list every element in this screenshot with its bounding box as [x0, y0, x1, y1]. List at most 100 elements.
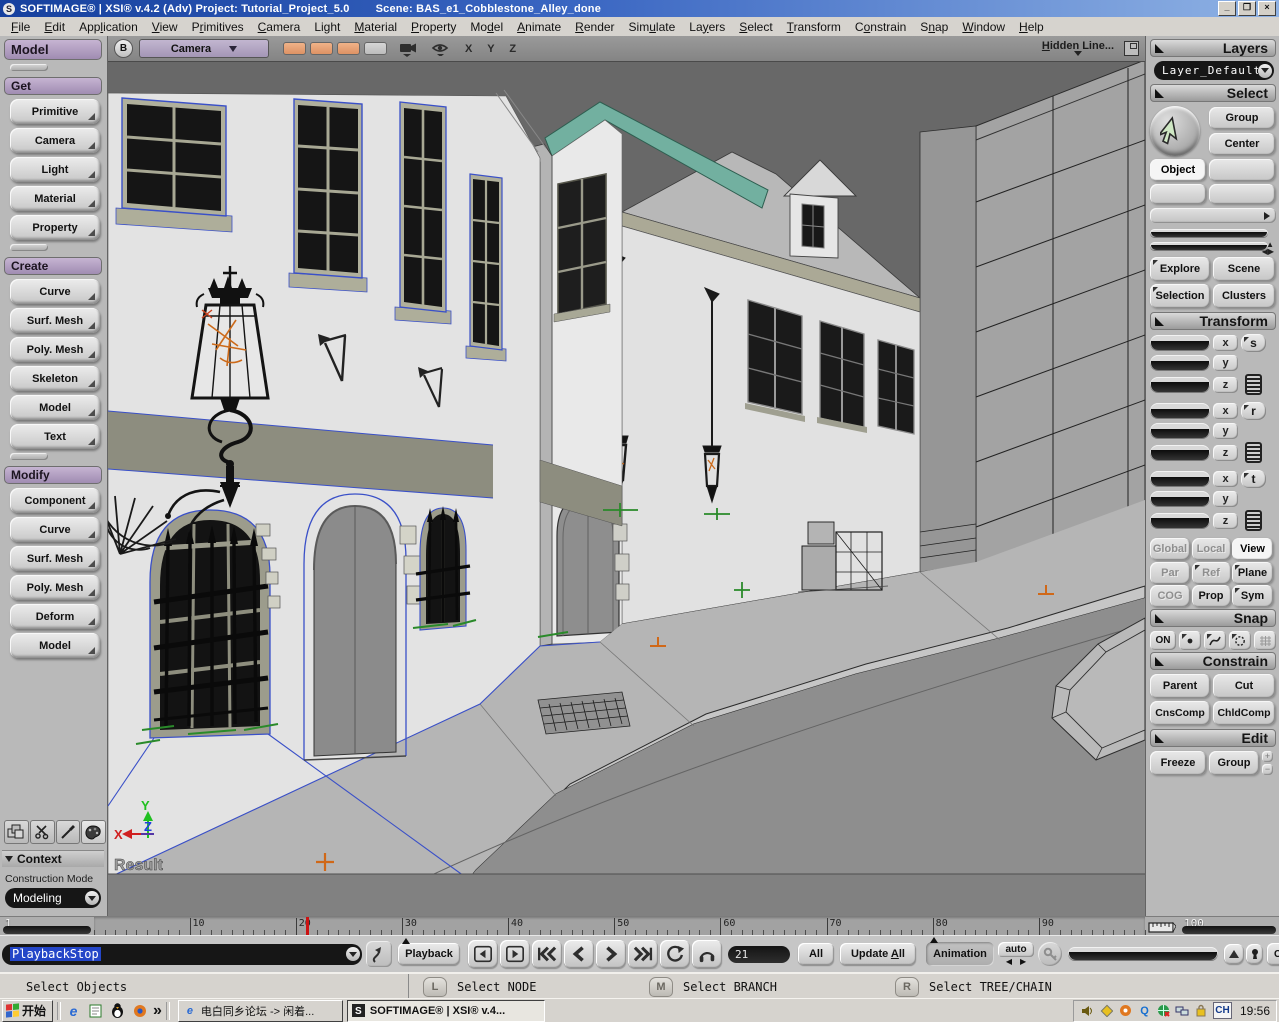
timeline-start-frame[interactable]: 1: [0, 917, 94, 936]
task-button-xsi[interactable]: S SOFTIMAGE® | XSI® v.4...: [347, 1000, 545, 1022]
select-object-button[interactable]: Object: [1150, 159, 1206, 181]
transform-mode-r-button[interactable]: r: [1241, 402, 1266, 420]
auto-key-arrows[interactable]: ◀▶: [1006, 957, 1026, 966]
clear-keys-button[interactable]: Clr: [1267, 943, 1279, 965]
select-empty-button[interactable]: [1150, 184, 1206, 204]
edit-plus-button[interactable]: +: [1262, 751, 1273, 762]
play-forward-button[interactable]: [596, 940, 626, 968]
transform-t-x-slider[interactable]: [1150, 471, 1210, 487]
audio-mute-icon[interactable]: [692, 940, 722, 968]
qq-penguin-icon[interactable]: [109, 1002, 126, 1019]
transform-t-y-slider[interactable]: [1150, 491, 1210, 507]
menu-layers[interactable]: Layers: [682, 19, 732, 35]
modify-curve-button[interactable]: Curve: [10, 517, 100, 542]
modify-component-button[interactable]: Component: [10, 488, 100, 513]
transform-r-x-axis-button[interactable]: x: [1213, 403, 1238, 419]
menu-edit[interactable]: Edit: [37, 19, 72, 35]
timeline-ruler[interactable]: 102030405060708090: [94, 917, 1145, 936]
display-mode-button[interactable]: Hidden Line...: [1042, 41, 1114, 56]
current-frame-field[interactable]: 21: [728, 946, 790, 963]
select-group-button[interactable]: Group: [1209, 107, 1275, 129]
layers-section-header[interactable]: Layers: [1150, 39, 1276, 57]
dropdown-arrow-icon[interactable]: [85, 891, 99, 905]
transform-mode-s-button[interactable]: s: [1241, 334, 1266, 352]
toolbar-mode-selector[interactable]: Model: [4, 39, 102, 60]
constrain-parent-button[interactable]: Parent: [1150, 674, 1210, 698]
transform-s-z-slider[interactable]: [1150, 377, 1210, 393]
modify-poly-mesh-button[interactable]: Poly. Mesh: [10, 575, 100, 600]
selection-button[interactable]: Selection: [1150, 284, 1210, 308]
context-section-header[interactable]: Context: [2, 850, 104, 867]
previous-frame-button[interactable]: [564, 940, 594, 968]
memo-cam-slot-empty[interactable]: [364, 42, 387, 55]
all-button[interactable]: All: [798, 943, 834, 965]
timeline-playhead[interactable]: [306, 917, 309, 936]
key-slider[interactable]: [1068, 947, 1218, 961]
menu-view[interactable]: View: [145, 19, 185, 35]
network-icon[interactable]: [1175, 1003, 1190, 1018]
animation-menu-button[interactable]: Animation: [926, 942, 994, 966]
menu-render[interactable]: Render: [568, 19, 621, 35]
palette-icon[interactable]: [81, 820, 106, 844]
auto-key-button[interactable]: auto: [998, 942, 1034, 957]
transform-global-button[interactable]: Global: [1150, 538, 1190, 560]
transform-prop-button[interactable]: Prop: [1192, 585, 1231, 607]
menu-constrain[interactable]: Constrain: [848, 19, 913, 35]
snap-on-button[interactable]: ON: [1150, 631, 1176, 650]
memo-cam-slot[interactable]: [310, 42, 333, 55]
create-skeleton-button[interactable]: Skeleton: [10, 366, 100, 391]
selection-slider[interactable]: [1150, 229, 1268, 238]
menu-camera[interactable]: Camera: [251, 19, 308, 35]
transform-r-y-axis-button[interactable]: y: [1213, 423, 1238, 439]
get-material-button[interactable]: Material: [10, 186, 100, 211]
constrain-chldcomp-button[interactable]: ChldComp: [1213, 701, 1275, 725]
tray-diamond-icon[interactable]: [1099, 1003, 1114, 1018]
menu-model[interactable]: Model: [463, 19, 510, 35]
constrain-cnscomp-button[interactable]: CnsComp: [1150, 701, 1210, 725]
transform-t-z-slider[interactable]: [1150, 513, 1210, 529]
start-button[interactable]: 开始: [2, 1000, 53, 1022]
transform-ref-button[interactable]: Ref: [1192, 562, 1231, 584]
pen-icon[interactable]: [56, 820, 81, 844]
ie-icon[interactable]: e: [65, 1002, 82, 1019]
media-player-icon[interactable]: [131, 1002, 148, 1019]
snap-curve-icon[interactable]: [1204, 631, 1226, 650]
timeline-end-frame[interactable]: 100: [1179, 917, 1279, 936]
transform-s-x-slider[interactable]: [1150, 335, 1210, 351]
edit-group-button[interactable]: Group: [1209, 751, 1259, 775]
menu-property[interactable]: Property: [404, 19, 463, 35]
offline-globe-icon[interactable]: [1156, 1003, 1171, 1018]
dropdown-arrow-icon[interactable]: [346, 947, 360, 961]
layer-dropdown[interactable]: Layer_Default: [1154, 61, 1274, 80]
transform-s-y-axis-button[interactable]: y: [1213, 355, 1238, 371]
transform-r-x-slider[interactable]: [1150, 403, 1210, 419]
transform-cog-button[interactable]: COG: [1150, 585, 1190, 607]
viewport-axis-buttons[interactable]: X Y Z: [465, 43, 522, 55]
close-button[interactable]: ×: [1258, 1, 1276, 16]
menu-window[interactable]: Window: [955, 19, 1012, 35]
selection-filter-button[interactable]: [1150, 208, 1276, 223]
transform-mode-t-button[interactable]: t: [1241, 470, 1266, 488]
select-center-button[interactable]: Center: [1209, 133, 1275, 155]
selection-slider[interactable]: [1150, 242, 1268, 251]
transform-r-y-slider[interactable]: [1150, 423, 1210, 439]
constrain-section-header[interactable]: Constrain: [1150, 652, 1276, 670]
frame-step-back-button[interactable]: [468, 940, 498, 968]
get-camera-button[interactable]: Camera: [10, 128, 100, 153]
scene-button[interactable]: Scene: [1213, 257, 1275, 281]
playback-menu-button[interactable]: Playback: [398, 943, 460, 965]
barred-gate-2[interactable]: [416, 506, 470, 630]
section-header-modify[interactable]: Modify: [4, 466, 102, 484]
transform-r-z-axis-button[interactable]: z: [1213, 445, 1238, 461]
barred-gate-1[interactable]: [150, 510, 280, 738]
create-curve-button[interactable]: Curve: [10, 279, 100, 304]
viewport-camera-dropdown[interactable]: Camera: [139, 39, 269, 58]
menu-help[interactable]: Help: [1012, 19, 1051, 35]
menu-simulate[interactable]: Simulate: [622, 19, 683, 35]
transform-plane-button[interactable]: Plane: [1232, 562, 1273, 584]
playback-mode-dropdown[interactable]: PlaybackStop: [2, 944, 362, 965]
timeline-ruler-icon[interactable]: [1145, 917, 1179, 936]
select-tool-button[interactable]: [1150, 106, 1200, 156]
volume-icon[interactable]: [1080, 1003, 1095, 1018]
section-header-create[interactable]: Create: [4, 257, 102, 275]
